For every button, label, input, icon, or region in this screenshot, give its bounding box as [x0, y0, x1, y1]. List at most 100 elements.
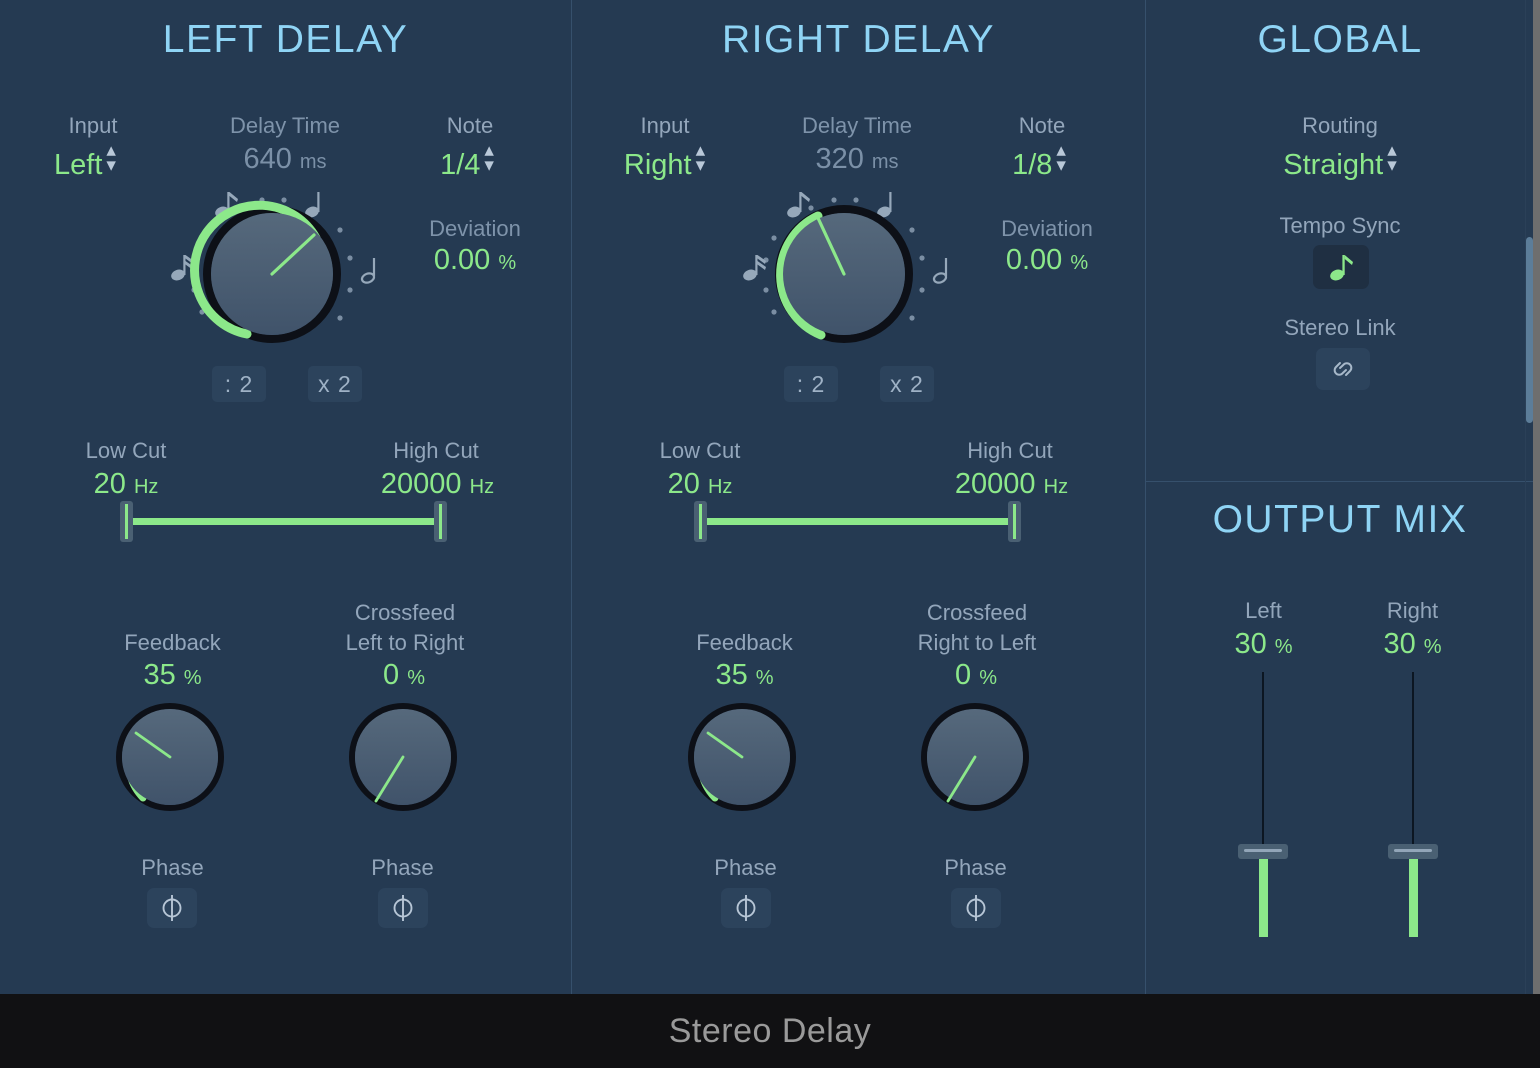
left-deviation-unit: %: [498, 252, 517, 274]
board-right-edge: [1525, 0, 1526, 994]
right-feedback-unit: %: [755, 667, 774, 689]
panel-divider-left-right: [571, 0, 572, 994]
vertical-scrollbar-track[interactable]: [1533, 0, 1540, 994]
left-feedback-phase-button[interactable]: [147, 888, 197, 928]
left-low-cut-handle[interactable]: [120, 501, 133, 542]
left-delay-time-label: Delay Time: [229, 113, 341, 138]
output-left-fader-handle[interactable]: [1238, 844, 1288, 859]
output-right-value-group[interactable]: 30 %: [1345, 628, 1480, 661]
right-crossfeed-label: Crossfeed: [926, 600, 1028, 625]
right-crossfeed-knob[interactable]: [918, 700, 1034, 816]
phase-icon: [966, 895, 986, 921]
left-low-cut-value-group[interactable]: 20 Hz: [56, 468, 196, 501]
tempo-sync-button[interactable]: [1313, 245, 1369, 289]
phase-icon: [393, 895, 413, 921]
output-right-label: Right: [1386, 598, 1439, 623]
output-right-unit: %: [1423, 636, 1442, 658]
right-deviation-label: Deviation: [1001, 216, 1093, 241]
left-cut-range-track: [120, 518, 447, 525]
vertical-scrollbar-thumb[interactable]: [1526, 237, 1533, 423]
chevron-updown-icon: ▴ ▾: [695, 140, 706, 177]
left-crossfeed-knob[interactable]: [346, 700, 462, 816]
left-double-button[interactable]: x 2: [308, 366, 362, 402]
left-crossfeed-direction-label: Left to Right: [345, 630, 465, 655]
tempo-sync-label: Tempo Sync: [1279, 213, 1401, 238]
right-low-cut-label: Low Cut: [659, 438, 741, 463]
left-delay-time-knob[interactable]: [171, 178, 380, 368]
routing-value: Straight: [1283, 149, 1384, 182]
plugin-title-bar: Stereo Delay: [0, 994, 1540, 1068]
left-high-cut-label: High Cut: [393, 438, 479, 463]
right-crossfeed-phase-button[interactable]: [951, 888, 1001, 928]
plugin-board: LEFT DELAY Input Left ▴ ▾ Delay Time 640 m…: [0, 0, 1534, 994]
right-crossfeed-phase-label: Phase: [944, 855, 1007, 880]
right-cut-range-slider[interactable]: [694, 501, 1021, 542]
left-feedback-value-group[interactable]: 35 %: [100, 659, 245, 692]
left-low-cut-value: 20: [93, 468, 126, 500]
right-deviation-value-group[interactable]: 0.00 %: [962, 244, 1132, 277]
right-delay-time-value: 320: [815, 143, 864, 175]
right-note-value-group[interactable]: 1/8 ▴ ▾: [964, 141, 1114, 182]
stereo-link-button[interactable]: [1316, 348, 1370, 390]
right-low-cut-unit: Hz: [707, 476, 733, 498]
left-deviation-value-group[interactable]: 0.00 %: [390, 244, 560, 277]
right-note-label: Note: [1018, 113, 1066, 138]
left-delay-time-unit: ms: [299, 151, 327, 173]
right-double-button[interactable]: x 2: [880, 366, 934, 402]
right-crossfeed-value-group[interactable]: 0 %: [902, 659, 1050, 692]
plugin-title: Stereo Delay: [668, 1011, 872, 1050]
right-delay-time-label: Delay Time: [801, 113, 913, 138]
left-delay-time-value-group[interactable]: 640 ms: [205, 143, 365, 176]
left-note-label: Note: [446, 113, 494, 138]
left-high-cut-value-group[interactable]: 20000 Hz: [350, 468, 525, 501]
right-input-label: Input: [640, 113, 690, 138]
right-delay-title: RIGHT DELAY: [722, 18, 995, 61]
output-right-value: 30: [1383, 628, 1416, 660]
chain-link-icon: [1333, 362, 1353, 376]
right-note-value: 1/8: [1012, 149, 1053, 182]
right-feedback-phase-label: Phase: [714, 855, 777, 880]
right-low-cut-value: 20: [667, 468, 700, 500]
left-input-value-group[interactable]: Left ▴ ▾: [10, 141, 160, 182]
output-left-label: Left: [1245, 598, 1282, 623]
left-crossfeed-value-group[interactable]: 0 %: [330, 659, 478, 692]
left-high-cut-unit: Hz: [469, 476, 495, 498]
left-halve-button[interactable]: : 2: [212, 366, 266, 402]
right-feedback-knob[interactable]: [685, 700, 801, 816]
output-left-fader[interactable]: [1228, 672, 1298, 937]
global-title: GLOBAL: [1257, 18, 1423, 61]
left-cut-range-slider[interactable]: [120, 501, 447, 542]
right-feedback-phase-button[interactable]: [721, 888, 771, 928]
output-right-fader-handle[interactable]: [1388, 844, 1438, 859]
right-feedback-value: 35: [715, 659, 748, 691]
output-left-value-group[interactable]: 30 %: [1196, 628, 1331, 661]
left-feedback-knob[interactable]: [113, 700, 229, 816]
right-high-cut-value-group[interactable]: 20000 Hz: [924, 468, 1099, 501]
right-high-cut-unit: Hz: [1043, 476, 1069, 498]
left-input-value: Left: [54, 149, 103, 182]
right-low-cut-value-group[interactable]: 20 Hz: [630, 468, 770, 501]
output-right-fader[interactable]: [1378, 672, 1448, 937]
right-delay-time-value-group[interactable]: 320 ms: [777, 143, 937, 176]
right-low-cut-handle[interactable]: [694, 501, 707, 542]
right-delay-time-knob[interactable]: [743, 178, 952, 368]
left-feedback-phase-label: Phase: [141, 855, 204, 880]
routing-label: Routing: [1302, 113, 1378, 138]
output-left-fader-fill: [1259, 850, 1268, 937]
left-crossfeed-phase-button[interactable]: [378, 888, 428, 928]
right-input-value: Right: [623, 149, 692, 182]
right-halve-button[interactable]: : 2: [784, 366, 838, 402]
left-high-cut-handle[interactable]: [434, 501, 447, 542]
left-high-cut-value: 20000: [380, 468, 462, 500]
right-crossfeed-unit: %: [979, 667, 997, 689]
stereo-link-label: Stereo Link: [1284, 315, 1396, 340]
left-note-value-group[interactable]: 1/4 ▴ ▾: [392, 141, 542, 182]
left-note-value: 1/4: [440, 149, 481, 182]
routing-value-group[interactable]: Straight ▴ ▾: [1240, 141, 1440, 182]
right-high-cut-handle[interactable]: [1008, 501, 1021, 542]
left-crossfeed-value: 0: [383, 659, 400, 691]
right-input-value-group[interactable]: Right ▴ ▾: [582, 140, 747, 182]
left-delay-time-value: 640: [243, 143, 292, 175]
right-feedback-value-group[interactable]: 35 %: [672, 659, 817, 692]
right-feedback-label: Feedback: [696, 630, 793, 655]
